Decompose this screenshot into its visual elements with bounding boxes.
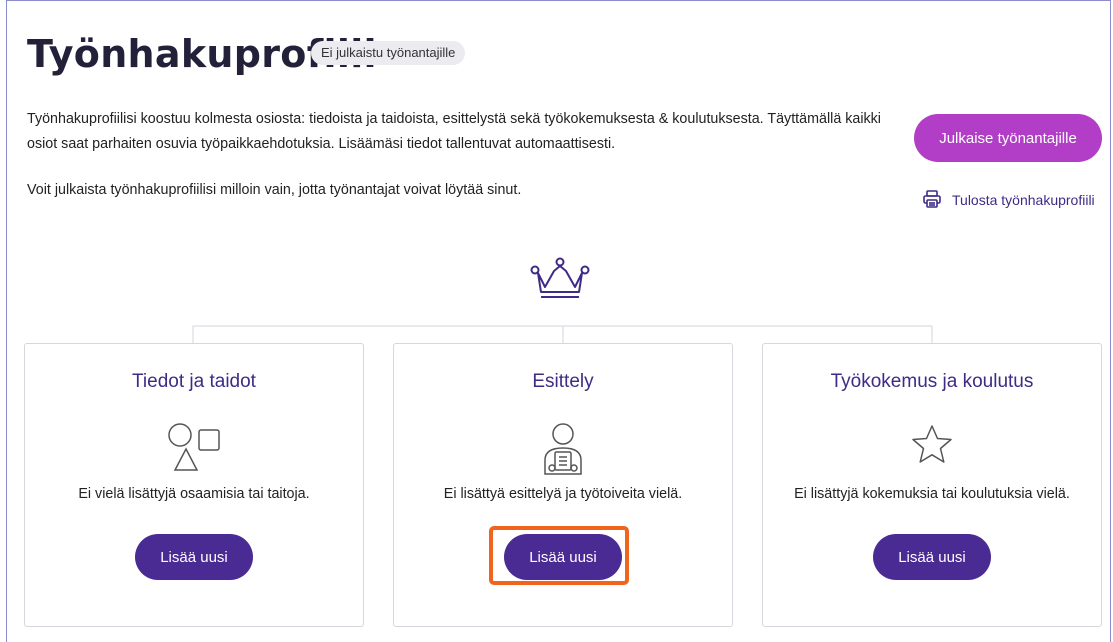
card-empty-text: Ei lisättyä esittelyä ja työtoiveita vie… bbox=[443, 486, 683, 502]
shapes-icon bbox=[168, 423, 220, 471]
card-skills: Tiedot ja taidot Ei vielä lisättyjä osaa… bbox=[24, 343, 364, 627]
card-title: Esittely bbox=[532, 371, 594, 392]
card-empty-text: Ei vielä lisättyjä osaamisia tai taitoja… bbox=[78, 486, 310, 502]
add-experience-button[interactable]: Lisää uusi bbox=[873, 534, 991, 580]
star-icon bbox=[912, 425, 952, 463]
highlight-box bbox=[489, 526, 629, 585]
card-title: Tiedot ja taidot bbox=[132, 371, 256, 392]
card-empty-text: Ei lisättyjä kokemuksia tai koulutuksia … bbox=[794, 486, 1070, 502]
card-title: Työkokemus ja koulutus bbox=[830, 371, 1034, 392]
card-experience: Työkokemus ja koulutus Ei lisättyjä koke… bbox=[762, 343, 1102, 627]
person-document-icon bbox=[544, 423, 582, 475]
add-skills-button[interactable]: Lisää uusi bbox=[135, 534, 253, 580]
